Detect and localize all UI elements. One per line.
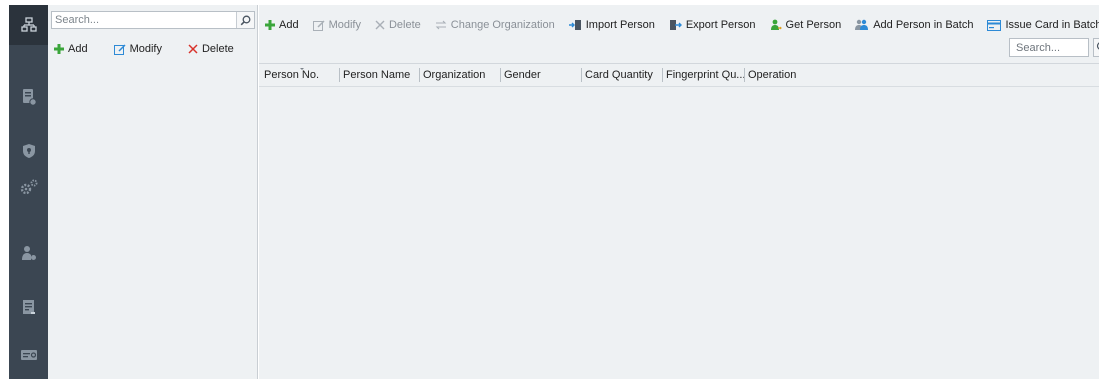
gears-icon xyxy=(20,179,37,195)
nav-item-shield[interactable] xyxy=(9,131,48,171)
issue-card-in-batch-button[interactable]: Issue Card in Batch xyxy=(987,19,1099,31)
person-search xyxy=(1009,38,1099,57)
person-table-header: Person No. Person Name Organization Gend… xyxy=(259,63,1099,87)
column-header-organization[interactable]: Organization xyxy=(419,68,500,82)
search-icon xyxy=(240,15,251,25)
sort-indicator-icon xyxy=(299,68,305,70)
batch-person-icon xyxy=(855,19,869,30)
add-person-label: Add xyxy=(279,19,299,31)
add-organization-label: Add xyxy=(68,43,88,55)
nav-item-card[interactable] xyxy=(9,335,48,375)
nav-item-schedule[interactable] xyxy=(9,77,48,117)
export-person-button[interactable]: Export Person xyxy=(669,19,756,31)
import-person-button[interactable]: Import Person xyxy=(568,19,655,31)
export-person-label: Export Person xyxy=(685,19,756,31)
person-main-area: Add Modify Delete Change Organization Im… xyxy=(259,5,1099,379)
report-icon xyxy=(22,300,35,314)
organization-search-button[interactable] xyxy=(236,12,254,28)
issue-card-in-batch-label: Issue Card in Batch xyxy=(1005,19,1099,31)
nav-item-settings[interactable] xyxy=(9,167,48,207)
delete-organization-label: Delete xyxy=(201,43,234,55)
add-organization-button[interactable]: Add xyxy=(54,43,88,55)
column-header-gender[interactable]: Gender xyxy=(500,68,581,82)
get-person-label: Get Person xyxy=(785,19,842,31)
column-header-person-name[interactable]: Person Name xyxy=(339,68,419,82)
delete-organization-button[interactable]: Delete xyxy=(188,43,234,55)
person-toolbar: Add Modify Delete Change Organization Im… xyxy=(265,17,1099,33)
import-person-label: Import Person xyxy=(585,19,655,31)
organization-icon xyxy=(20,17,37,32)
person-table: Person No. Person Name Organization Gend… xyxy=(259,63,1099,379)
column-header-person-no[interactable]: Person No. xyxy=(259,68,339,82)
modify-person-label: Modify xyxy=(328,19,361,31)
edit-icon xyxy=(312,19,325,31)
delete-icon xyxy=(375,20,385,30)
change-organization-label: Change Organization xyxy=(450,19,555,31)
schedule-icon xyxy=(22,89,37,106)
nav-item-report[interactable] xyxy=(9,287,48,327)
shield-icon xyxy=(22,144,35,158)
plus-icon xyxy=(265,20,275,30)
column-header-card-quantity[interactable]: Card Quantity xyxy=(581,68,662,82)
card-icon xyxy=(20,350,37,360)
import-icon xyxy=(568,20,581,30)
modify-organization-button[interactable]: Modify xyxy=(113,43,162,55)
organization-panel: Add Modify Delete xyxy=(48,5,258,379)
modify-person-button[interactable]: Modify xyxy=(312,19,361,31)
nav-item-organization[interactable] xyxy=(9,5,48,45)
modify-organization-label: Modify xyxy=(129,43,162,55)
organization-toolbar: Add Modify Delete xyxy=(54,41,260,57)
organization-search-input[interactable] xyxy=(52,12,236,28)
add-person-in-batch-label: Add Person in Batch xyxy=(873,19,974,31)
person-table-body xyxy=(259,88,1099,379)
get-person-icon xyxy=(770,19,782,30)
column-header-fingerprint-quantity[interactable]: Fingerprint Qu... xyxy=(662,68,744,82)
delete-person-label: Delete xyxy=(388,19,421,31)
column-header-operation[interactable]: Operation xyxy=(744,68,824,82)
plus-icon xyxy=(54,44,64,54)
card-batch-icon xyxy=(987,19,1002,31)
search-icon xyxy=(1096,42,1099,50)
edit-icon xyxy=(113,43,126,55)
get-person-button[interactable]: Get Person xyxy=(770,19,842,31)
add-person-in-batch-button[interactable]: Add Person in Batch xyxy=(855,19,973,31)
person-search-button[interactable] xyxy=(1093,38,1099,57)
nav-item-person[interactable] xyxy=(9,233,48,273)
nav-rail xyxy=(9,5,48,379)
export-icon xyxy=(669,20,682,30)
organization-search xyxy=(51,11,255,29)
add-person-button[interactable]: Add xyxy=(265,19,299,31)
delete-person-button[interactable]: Delete xyxy=(375,19,421,31)
change-organization-button[interactable]: Change Organization xyxy=(435,19,555,31)
delete-icon xyxy=(188,44,198,54)
swap-icon xyxy=(435,20,447,30)
person-icon xyxy=(21,246,36,260)
person-search-input[interactable] xyxy=(1009,38,1089,57)
